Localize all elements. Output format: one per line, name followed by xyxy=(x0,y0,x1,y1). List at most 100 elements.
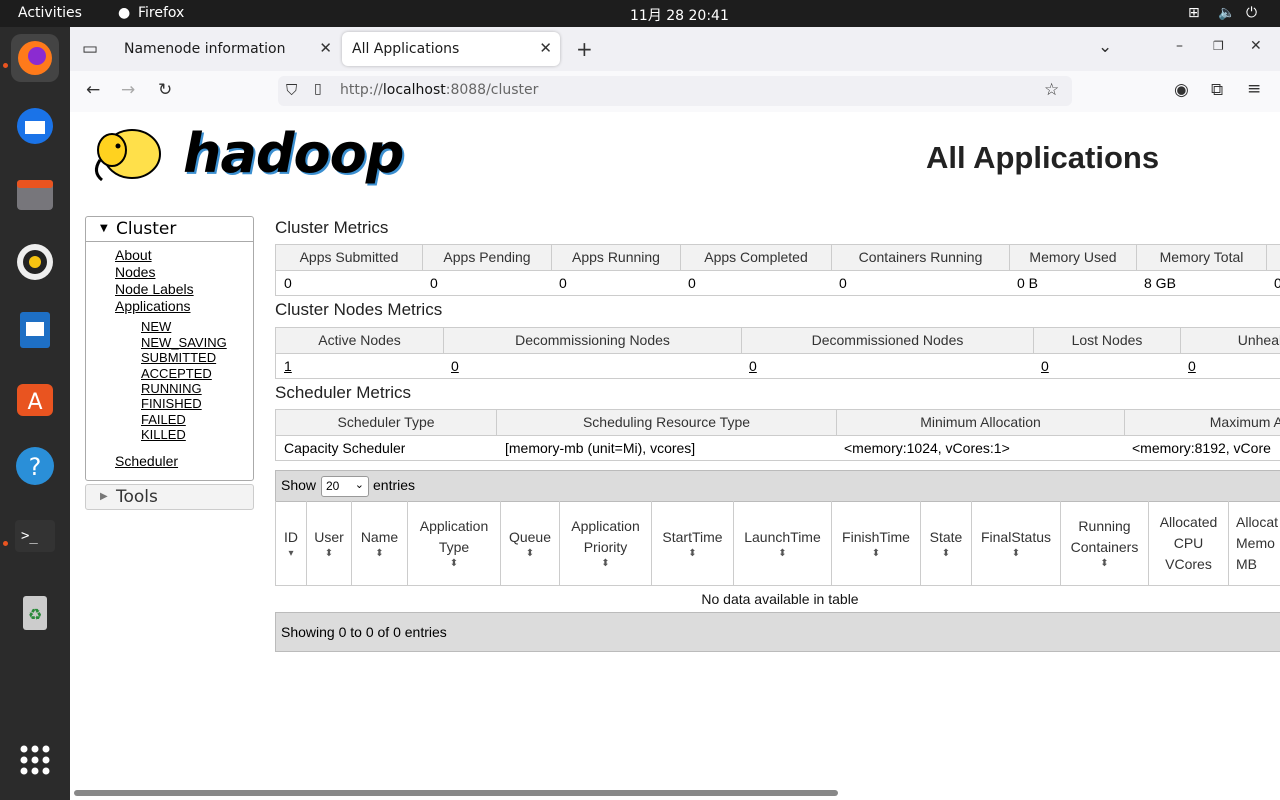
hadoop-logo[interactable]: hadoop xyxy=(88,120,404,196)
column-header[interactable]: Scheduler Type xyxy=(276,410,497,435)
column-header[interactable]: Memory Used xyxy=(1010,245,1137,270)
entries-per-page-select[interactable]: 20 ⌄ xyxy=(321,476,369,497)
table-header-row: Apps Submitted Apps Pending Apps Running… xyxy=(276,245,1280,271)
column-header[interactable]: Apps Completed xyxy=(681,245,832,270)
nav-nodes-link[interactable]: Nodes xyxy=(115,264,155,280)
page-content: hadoop All Applications ▼ Cluster About … xyxy=(70,112,1280,800)
state-finished-link[interactable]: FINISHED xyxy=(141,396,202,411)
show-apps-grid-icon[interactable] xyxy=(11,736,59,784)
column-header-finish-time[interactable]: FinishTime ⬍ xyxy=(832,501,921,585)
decommissioning-nodes-link[interactable]: 0 xyxy=(451,354,459,378)
volume-icon[interactable]: 🔈 xyxy=(1218,5,1235,21)
close-window-icon[interactable]: ✕ xyxy=(1250,38,1262,54)
writer-dock-icon[interactable] xyxy=(11,306,59,354)
rhythmbox-dock-icon[interactable] xyxy=(11,238,59,286)
column-header[interactable]: Active Nodes xyxy=(276,328,444,353)
nav-applications-link[interactable]: Applications xyxy=(115,298,191,314)
firefox-dock-icon[interactable] xyxy=(11,34,59,82)
column-header-user[interactable]: User ⬍ xyxy=(307,501,352,585)
column-header-state[interactable]: State ⬍ xyxy=(921,501,972,585)
forward-arrow-icon[interactable]: → xyxy=(121,80,135,100)
unhealthy-nodes-link[interactable]: 0 xyxy=(1188,354,1196,378)
close-tab-icon[interactable]: ✕ xyxy=(319,39,332,57)
column-header[interactable] xyxy=(1267,245,1280,270)
active-app-label[interactable]: Firefox xyxy=(138,5,184,21)
column-header[interactable]: Containers Running xyxy=(832,245,1010,270)
column-header[interactable]: Decommissioned Nodes xyxy=(742,328,1034,353)
app-center-dock-icon[interactable]: A xyxy=(11,374,59,422)
lost-nodes-link[interactable]: 0 xyxy=(1041,354,1049,378)
power-icon[interactable]: ⏻ xyxy=(1246,5,1257,21)
nav-node-labels-link[interactable]: Node Labels xyxy=(115,281,194,297)
decommissioned-nodes-link[interactable]: 0 xyxy=(749,354,757,378)
column-header-application-priority[interactable]: Application Priority ⬍ xyxy=(560,501,652,585)
triangle-right-icon: ▶ xyxy=(100,491,108,502)
minimize-icon[interactable]: – xyxy=(1176,38,1183,54)
horizontal-scrollbar[interactable] xyxy=(74,790,838,796)
account-icon[interactable]: ◉ xyxy=(1174,80,1189,100)
column-header[interactable]: Apps Pending xyxy=(423,245,552,270)
active-nodes-link[interactable]: 1 xyxy=(284,354,292,378)
page-title: All Applications xyxy=(926,140,1160,175)
reload-icon[interactable]: ↻ xyxy=(158,80,172,100)
sort-icon: ⬍ xyxy=(1011,547,1021,559)
new-tab-icon[interactable]: + xyxy=(576,37,593,61)
memory-used-value: 0 B xyxy=(1017,275,1039,291)
column-header-queue[interactable]: Queue ⬍ xyxy=(501,501,560,585)
column-header-allocated-memory-mb[interactable]: Allocat Memo MB xyxy=(1229,501,1280,585)
state-killed-link[interactable]: KILLED xyxy=(141,427,186,442)
url-text[interactable]: http://localhost:8088/cluster xyxy=(340,82,538,98)
nav-about-link[interactable]: About xyxy=(115,247,152,263)
url-bar[interactable]: ⛉ ▯ http://localhost:8088/cluster ☆ xyxy=(278,76,1072,106)
help-dock-icon[interactable]: ? xyxy=(11,442,59,490)
state-new-link[interactable]: NEW xyxy=(141,319,171,334)
apps-pending-value: 0 xyxy=(430,275,438,291)
column-header-id[interactable]: ID ▾ xyxy=(276,501,307,585)
column-header[interactable]: Apps Submitted xyxy=(276,245,423,270)
column-header-launch-time[interactable]: LaunchTime ⬍ xyxy=(734,501,832,585)
state-new-saving-link[interactable]: NEW_SAVING xyxy=(141,335,227,350)
column-header[interactable]: Decommissioning Nodes xyxy=(444,328,742,353)
thunderbird-dock-icon[interactable] xyxy=(11,102,59,150)
list-tabs-chevron-down-icon[interactable]: ⌄ xyxy=(1098,37,1112,57)
tools-accordion-header[interactable]: ▶ Tools xyxy=(85,484,254,510)
back-arrow-icon[interactable]: ← xyxy=(86,80,100,100)
column-header-final-status[interactable]: FinalStatus ⬍ xyxy=(972,501,1061,585)
trash-dock-icon[interactable]: ♻ xyxy=(11,588,59,636)
svg-text:?: ? xyxy=(29,453,42,481)
tab-namenode-information[interactable]: Namenode information ✕ xyxy=(114,32,340,66)
column-header[interactable]: Unhealt xyxy=(1181,328,1280,353)
state-submitted-link[interactable]: SUBMITTED xyxy=(141,350,216,365)
close-tab-icon[interactable]: ✕ xyxy=(539,39,552,57)
bookmark-star-icon[interactable]: ☆ xyxy=(1044,80,1059,100)
column-header-running-containers[interactable]: Running Containers ⬍ xyxy=(1061,501,1149,585)
clock[interactable]: 11月 28 20:41 xyxy=(630,5,729,25)
restore-icon[interactable]: ❐ xyxy=(1213,39,1224,53)
column-header[interactable]: Minimum Allocation xyxy=(837,410,1125,435)
terminal-dock-icon[interactable]: >_ xyxy=(11,512,59,560)
cluster-accordion-header[interactable]: ▼ Cluster xyxy=(86,217,253,242)
state-failed-link[interactable]: FAILED xyxy=(141,412,186,427)
column-header[interactable]: Lost Nodes xyxy=(1034,328,1181,353)
column-header[interactable]: Apps Running xyxy=(552,245,681,270)
shield-icon[interactable]: ⛉ xyxy=(286,81,297,99)
activities-button[interactable]: Activities xyxy=(18,5,82,21)
menu-hamburger-icon[interactable]: ≡ xyxy=(1247,79,1261,99)
column-header[interactable]: Memory Total xyxy=(1137,245,1267,270)
network-icon[interactable]: ⊞ xyxy=(1188,5,1200,21)
column-header-allocated-cpu-vcores[interactable]: Allocated CPU VCores xyxy=(1149,501,1229,585)
state-running-link[interactable]: RUNNING xyxy=(141,381,202,396)
table-header-row: Active Nodes Decommissioning Nodes Decom… xyxy=(276,328,1280,354)
column-header[interactable]: Maximum Al xyxy=(1125,410,1280,435)
column-header-start-time[interactable]: StartTime ⬍ xyxy=(652,501,734,585)
scheduler-type-value: Capacity Scheduler xyxy=(284,440,406,456)
tab-all-applications[interactable]: All Applications ✕ xyxy=(342,32,560,66)
files-dock-icon[interactable] xyxy=(11,170,59,218)
column-header[interactable]: Scheduling Resource Type xyxy=(497,410,837,435)
firefox-view-icon[interactable]: ▭ xyxy=(82,39,98,59)
column-header-name[interactable]: Name ⬍ xyxy=(352,501,408,585)
extensions-icon[interactable]: ⧉ xyxy=(1211,80,1223,100)
state-accepted-link[interactable]: ACCEPTED xyxy=(141,366,212,381)
nav-scheduler-link[interactable]: Scheduler xyxy=(115,453,178,469)
column-header-application-type[interactable]: Application Type ⬍ xyxy=(408,501,501,585)
